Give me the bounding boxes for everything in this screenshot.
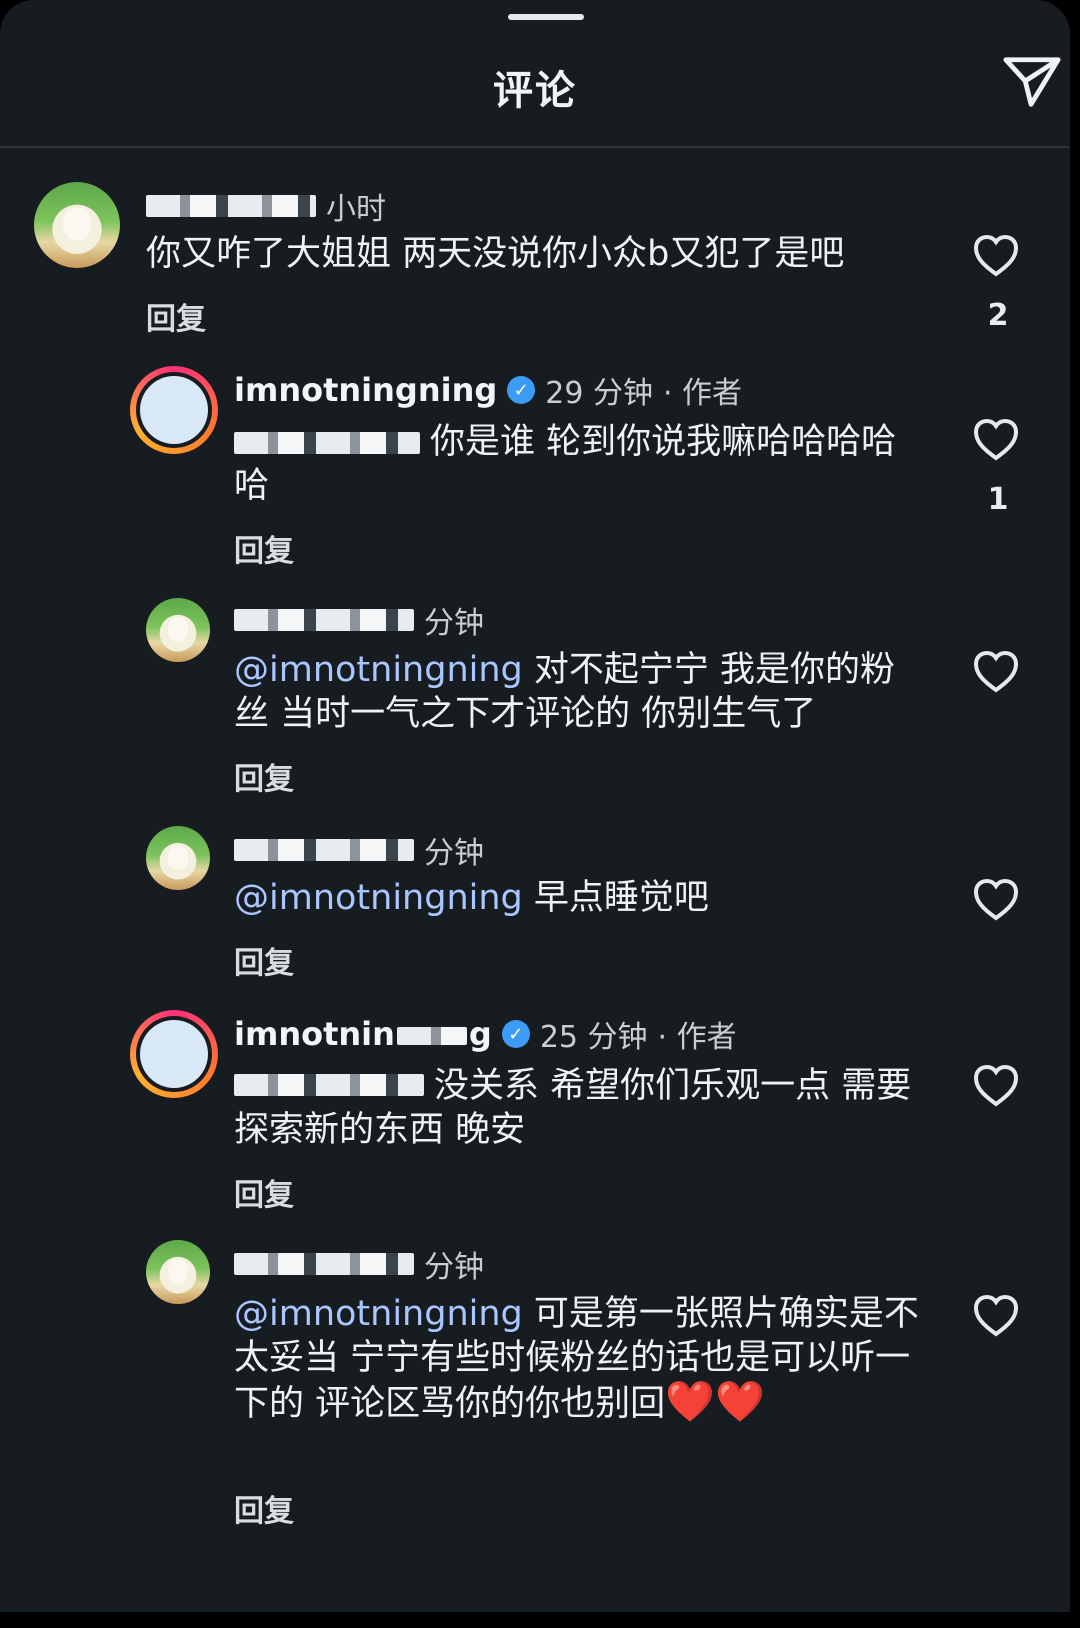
comment-time: 25 分钟 [539,1020,648,1055]
avatar[interactable] [34,182,120,268]
comment-text: @imnotningning 对不起宁宁 我是你的粉丝 当时一气之下才评论的 你… [234,650,896,734]
reply-button[interactable]: 回复 [234,1486,294,1530]
comment-text: @imnotningning 可是第一张照片确实是不太妥当 宁宁有些时候粉丝的话… [234,1294,919,1425]
avatar[interactable] [130,1010,218,1098]
verified-badge-icon: ✓ [501,1020,530,1048]
sheet-grabber[interactable] [508,14,584,20]
comment-meta: 分钟 [234,1242,484,1286]
comment-time: 分钟 [424,606,484,641]
comment-time: 29 分钟 [545,376,653,411]
username[interactable]: imnotnin g [234,1015,492,1053]
heart-emoji: ❤️❤️ [665,1379,765,1425]
send-icon[interactable] [1002,52,1062,112]
mention-link[interactable]: @imnotningning [234,1294,523,1334]
header-divider [0,146,1070,148]
like-count: 1 [987,482,1009,517]
comment-time: 分钟 [424,1250,484,1285]
redacted-username [234,839,414,861]
comment-meta: imnotningning ✓ 29 分钟 · 作者 [234,368,742,412]
redacted-mention [234,432,420,454]
comment-meta: 小时 [146,184,386,228]
comment-time: 分钟 [424,836,484,871]
avatar[interactable] [130,366,218,454]
bottom-edge [0,1612,1080,1628]
avatar[interactable] [146,598,210,662]
like-count: 2 [987,298,1009,333]
avatar[interactable] [146,1240,210,1304]
redacted-username [234,1253,414,1275]
reply-button[interactable]: 回复 [234,938,294,982]
comment-meta: 分钟 [234,598,484,642]
heart-outline-icon[interactable] [972,1292,1020,1340]
reply-button[interactable]: 回复 [234,526,294,570]
comment-time: 小时 [326,192,386,227]
comment-text: 你又咋了大姐姐 两天没说你小众b又犯了是吧 [146,234,845,274]
reply-button[interactable]: 回复 [234,754,294,798]
heart-outline-icon[interactable] [972,876,1020,924]
heart-outline-icon[interactable] [972,1062,1020,1110]
comment-text: @imnotningning 早点睡觉吧 [234,878,709,918]
verified-badge-icon: ✓ [507,376,536,404]
author-tag: · 作者 [662,376,743,411]
author-tag: · 作者 [657,1020,737,1055]
heart-outline-icon[interactable] [972,232,1020,280]
heart-outline-icon[interactable] [972,648,1020,696]
reply-button[interactable]: 回复 [234,1170,294,1214]
comment-meta: imnotnin g ✓ 25 分钟 · 作者 [234,1012,737,1056]
mention-link[interactable]: @imnotningning [234,878,523,918]
username[interactable]: imnotningning [234,371,497,409]
comments-sheet: 评论 小时 你又咋了大姐姐 两天没说你小众b又犯了是吧 回复 2 imnotni… [0,0,1070,1612]
mention-link[interactable]: @imnotningning [234,650,523,690]
avatar[interactable] [146,826,210,890]
heart-outline-icon[interactable] [972,416,1020,464]
comment-meta: 分钟 [234,828,484,872]
reply-button[interactable]: 回复 [146,294,206,338]
redacted-username [146,195,316,217]
redacted-mention [234,1074,424,1096]
page-title: 评论 [493,68,577,114]
redacted-username [234,609,414,631]
